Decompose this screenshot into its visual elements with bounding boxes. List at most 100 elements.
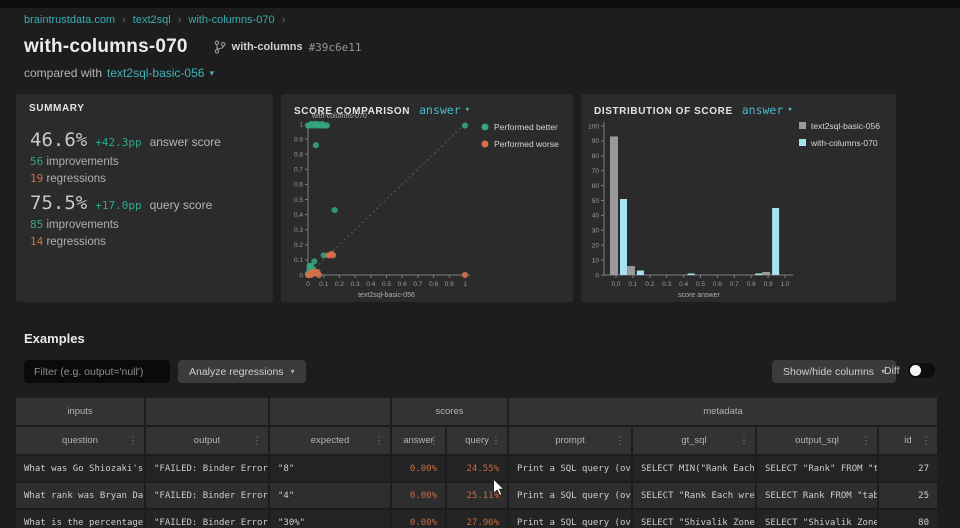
- svg-text:30: 30: [592, 228, 600, 235]
- answer-regressions-count: 19: [30, 172, 43, 185]
- column-menu-icon[interactable]: ⋮: [739, 435, 749, 446]
- diff-control: Diff: [884, 363, 935, 378]
- column-menu-icon[interactable]: ⋮: [921, 435, 931, 446]
- column-header-expected[interactable]: expected ⋮: [270, 427, 390, 454]
- column-menu-icon[interactable]: ⋮: [374, 435, 384, 446]
- cell-output[interactable]: "FAILED: Binder Error: R…: [146, 483, 268, 508]
- svg-text:0.5: 0.5: [382, 281, 391, 288]
- column-header-label: query: [465, 435, 489, 446]
- cell-question[interactable]: What is the percentage o…: [16, 510, 144, 528]
- score-comparison-metric-dropdown[interactable]: answer ▾: [419, 103, 470, 117]
- breadcrumb-separator-icon: ›: [282, 14, 286, 26]
- column-header-label: id: [904, 435, 911, 446]
- cell-expected[interactable]: "4": [270, 483, 390, 508]
- column-menu-icon[interactable]: ⋮: [252, 435, 262, 446]
- cell-output[interactable]: "FAILED: Binder Error: N…: [146, 510, 268, 528]
- column-header-output[interactable]: output⋮: [146, 427, 268, 454]
- toggle-knob: [910, 365, 921, 376]
- query-regressions-count: 14: [30, 235, 43, 248]
- column-menu-icon[interactable]: ⋮: [429, 435, 439, 446]
- svg-text:1.0: 1.0: [780, 281, 789, 288]
- column-header-prompt[interactable]: prompt⋮: [509, 427, 631, 454]
- column-menu-icon[interactable]: ⋮: [128, 435, 138, 446]
- breadcrumb-link[interactable]: braintrustdata.com: [24, 14, 115, 26]
- cell-output_sql[interactable]: SELECT "Shivalik Zone"/(…: [757, 510, 877, 528]
- legend-swatch: [799, 122, 806, 129]
- svg-text:90: 90: [592, 138, 600, 145]
- branch-name: with-columns: [232, 41, 303, 53]
- bar-baseline: [762, 272, 770, 275]
- cell-gt_sql[interactable]: SELECT MIN("Rank Each wr…: [633, 456, 755, 481]
- svg-text:0.8: 0.8: [429, 281, 438, 288]
- column-header-label: expected: [311, 435, 350, 446]
- cell-question[interactable]: What was Go Shiozaki's r…: [16, 456, 144, 481]
- column-header-query[interactable]: query⋮: [447, 427, 507, 454]
- column-header-id[interactable]: id ⋮: [879, 427, 937, 454]
- cell-answer[interactable]: 0.00%: [392, 510, 445, 528]
- svg-text:0: 0: [306, 281, 310, 288]
- examples-heading: Examples: [24, 331, 85, 346]
- breadcrumb-link[interactable]: with-columns-070: [188, 14, 274, 26]
- breadcrumb-separator-icon: ›: [122, 14, 126, 26]
- column-header-output_sql[interactable]: output_sql ⋮: [757, 427, 877, 454]
- svg-text:0.7: 0.7: [413, 281, 422, 288]
- cell-id[interactable]: 25: [879, 483, 937, 508]
- cell-id[interactable]: 27: [879, 456, 937, 481]
- cell-prompt[interactable]: Print a SQL query (over …: [509, 456, 631, 481]
- legend-label: Performed worse: [494, 139, 559, 149]
- cell-gt_sql[interactable]: SELECT "Shivalik Zone" F…: [633, 510, 755, 528]
- svg-text:0.4: 0.4: [679, 281, 688, 288]
- cell-query[interactable]: 25.11%: [447, 483, 507, 508]
- svg-text:0.2: 0.2: [645, 281, 654, 288]
- legend-dot: [482, 141, 489, 148]
- cell-gt_sql[interactable]: SELECT "Rank Each wrestl…: [633, 483, 755, 508]
- cell-prompt[interactable]: Print a SQL query (over …: [509, 510, 631, 528]
- cell-answer[interactable]: 0.00%: [392, 456, 445, 481]
- column-group-metadata: metadata: [509, 398, 937, 425]
- cell-query[interactable]: 27.96%: [447, 510, 507, 528]
- cell-id[interactable]: 80: [879, 510, 937, 528]
- cell-question[interactable]: What rank was Bryan Dani…: [16, 483, 144, 508]
- analyze-regressions-button[interactable]: Analyze regressions ▾: [178, 360, 306, 383]
- cell-output[interactable]: "FAILED: Binder Error: R…: [146, 456, 268, 481]
- cell-expected[interactable]: "30%": [270, 510, 390, 528]
- scatter-point: [332, 207, 338, 213]
- compared-with-label: compared with: [24, 66, 102, 80]
- breadcrumb-link[interactable]: text2sql: [133, 14, 171, 26]
- cell-output_sql[interactable]: SELECT Rank FROM "table"…: [757, 483, 877, 508]
- svg-text:0.8: 0.8: [747, 281, 756, 288]
- cell-query[interactable]: 24.55%: [447, 456, 507, 481]
- breadcrumb: braintrustdata.com › text2sql › with-columns…: [24, 14, 285, 26]
- column-menu-icon[interactable]: ⋮: [861, 435, 871, 446]
- svg-text:60: 60: [592, 183, 600, 190]
- filter-input[interactable]: [24, 360, 170, 383]
- bar-experiment: [637, 271, 644, 275]
- improvements-label: improvements: [46, 156, 118, 168]
- scatter-point: [313, 142, 319, 148]
- score-comparison-chart: 00.10.20.30.40.50.60.70.80.9100.10.20.30…: [281, 94, 573, 302]
- column-header-question[interactable]: question⋮: [16, 427, 144, 454]
- column-header-label: gt_sql: [681, 435, 706, 446]
- cell-prompt[interactable]: Print a SQL query (over …: [509, 483, 631, 508]
- answer-score-value: 46.6%: [30, 129, 87, 151]
- diff-toggle[interactable]: [908, 363, 935, 378]
- query-score-name: query score: [150, 198, 213, 212]
- show-hide-columns-button[interactable]: Show/hide columns ▾: [772, 360, 896, 383]
- cell-answer[interactable]: 0.00%: [392, 483, 445, 508]
- examples-table: inputsscoresmetadataquestion⋮output⋮expe…: [16, 398, 937, 528]
- column-menu-icon[interactable]: ⋮: [615, 435, 625, 446]
- column-menu-icon[interactable]: ⋮: [491, 435, 501, 446]
- column-header-label: output_sql: [795, 435, 839, 446]
- answer-improvements-count: 56: [30, 155, 43, 168]
- column-header-gt_sql[interactable]: gt_sql ⋮: [633, 427, 755, 454]
- window-top-edge: [0, 0, 960, 8]
- cell-expected[interactable]: "8": [270, 456, 390, 481]
- metric-value: answer: [742, 103, 784, 117]
- cell-output_sql[interactable]: SELECT "Rank" FROM "tabl…: [757, 456, 877, 481]
- show-hide-columns-label: Show/hide columns: [783, 366, 874, 378]
- chevron-down-icon[interactable]: ▾: [209, 68, 214, 79]
- bar-experiment: [755, 274, 762, 275]
- compared-with-link[interactable]: text2sql-basic-056: [107, 66, 204, 80]
- distribution-metric-dropdown[interactable]: answer ▾: [742, 103, 793, 117]
- column-header-answer[interactable]: answer⋮: [392, 427, 445, 454]
